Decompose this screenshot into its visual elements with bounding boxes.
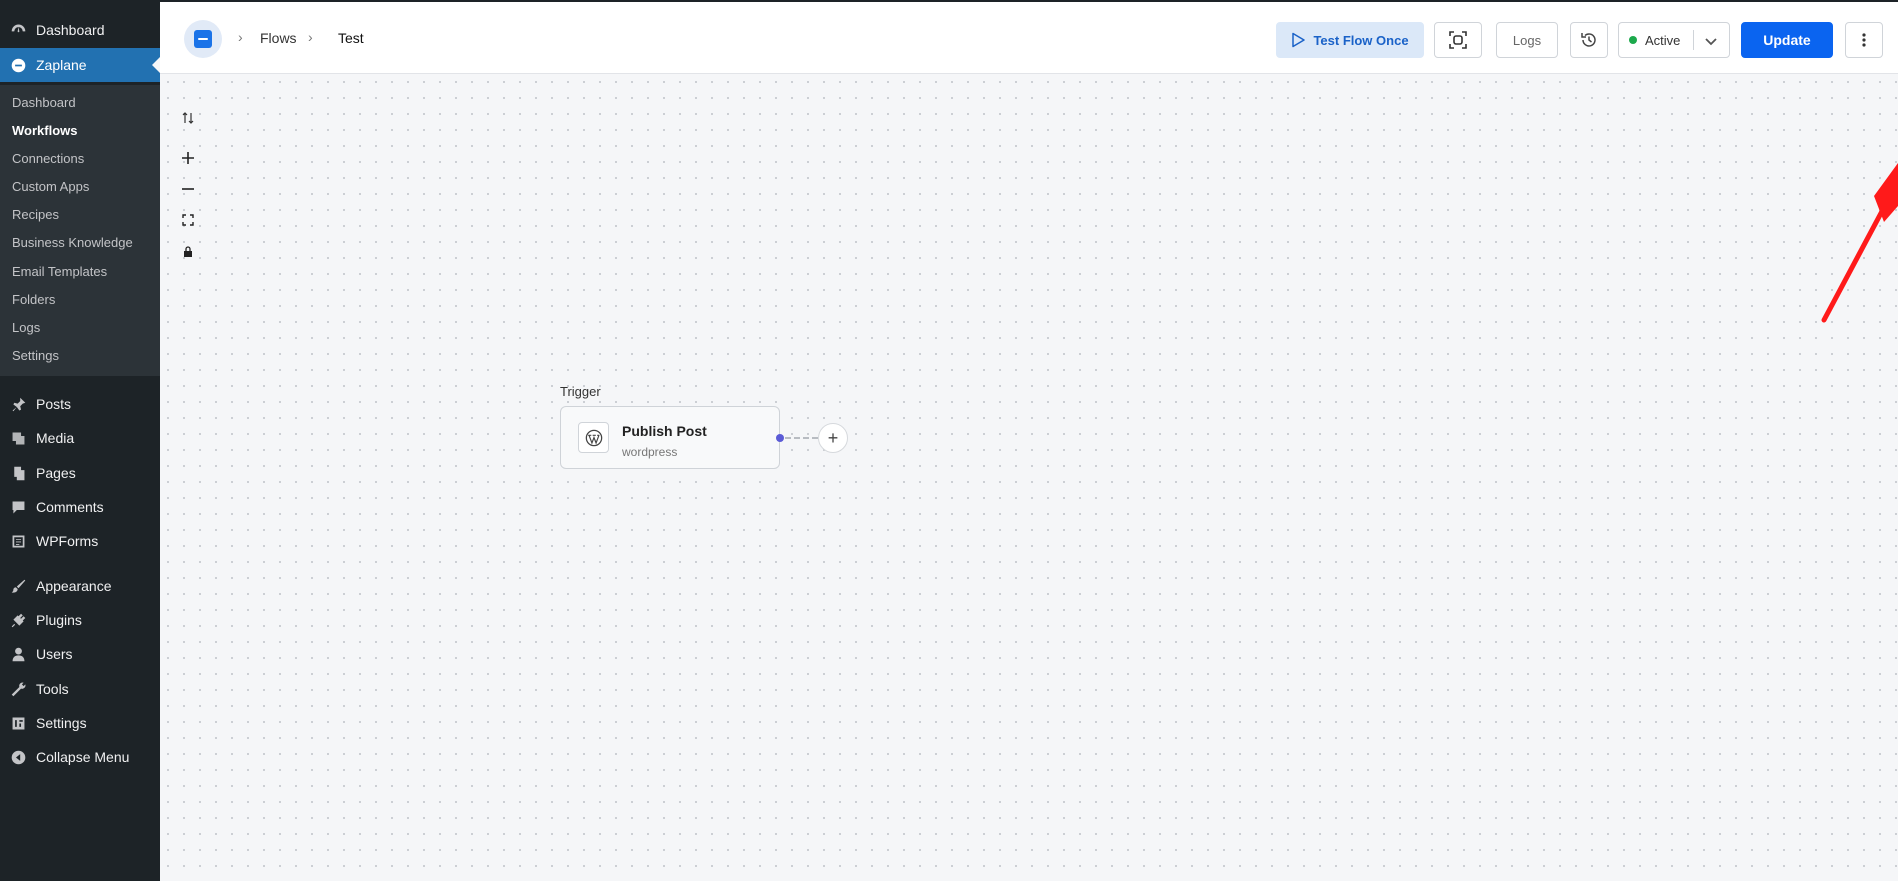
node-subtitle: wordpress: [622, 445, 678, 459]
sidebar-item-plugins[interactable]: Plugins: [0, 603, 160, 637]
sidebar-item-label: Zaplane: [36, 57, 87, 73]
sidebar-item-label: Users: [36, 646, 73, 662]
add-step-button[interactable]: +: [818, 423, 848, 453]
node-output-handle[interactable]: [776, 434, 784, 442]
test-flow-once-button[interactable]: Test Flow Once: [1276, 22, 1424, 58]
sidebar-item-label: WPForms: [36, 533, 99, 549]
plus-icon: +: [827, 427, 839, 448]
update-label: Update: [1763, 32, 1811, 48]
status-dropdown[interactable]: Active: [1618, 22, 1730, 58]
zaplane-submenu: Dashboard Workflows Connections Custom A…: [0, 85, 160, 376]
flow-canvas[interactable]: Trigger Publish Post wordpress +: [160, 74, 1898, 881]
more-vertical-icon: [1862, 33, 1866, 47]
history-button[interactable]: [1570, 22, 1608, 58]
submenu-connections[interactable]: Connections: [12, 151, 84, 166]
swap-direction-icon[interactable]: [180, 110, 196, 126]
sidebar-item-label: Media: [36, 430, 75, 446]
breadcrumb-current: Test: [338, 30, 364, 46]
chevron-down-icon[interactable]: [1701, 31, 1721, 51]
wpforms-icon: [8, 531, 28, 551]
brush-icon: [8, 576, 28, 596]
sidebar-item-media[interactable]: Media: [0, 421, 160, 455]
play-icon: [1292, 32, 1306, 48]
annotation-arrow: [1821, 163, 1898, 323]
sidebar-item-tools[interactable]: Tools: [0, 672, 160, 706]
sidebar-item-label: Plugins: [36, 612, 82, 628]
status-indicator: [1629, 36, 1637, 44]
status-label: Active: [1645, 32, 1681, 48]
submenu-logs[interactable]: Logs: [12, 320, 40, 335]
zaplane-logo-button[interactable]: [184, 20, 222, 58]
screenshot-button[interactable]: [1434, 22, 1482, 58]
user-icon: [8, 644, 28, 664]
sidebar-item-label: Tools: [36, 681, 69, 697]
fit-view-icon[interactable]: [180, 212, 196, 228]
logs-label: Logs: [1512, 32, 1542, 48]
sidebar-item-settings[interactable]: Settings: [0, 706, 160, 740]
update-button[interactable]: Update: [1741, 22, 1833, 58]
submenu-folders[interactable]: Folders: [12, 292, 55, 307]
sidebar-item-label: Posts: [36, 396, 72, 412]
submenu-settings[interactable]: Settings: [12, 348, 59, 363]
sidebar-item-label: Appearance: [36, 578, 112, 594]
collapse-menu-button[interactable]: Collapse Menu: [0, 740, 160, 774]
sidebar-item-zaplane[interactable]: Zaplane: [0, 48, 160, 82]
sidebar-item-comments[interactable]: Comments: [0, 490, 160, 524]
sidebar-item-dashboard[interactable]: Dashboard: [0, 13, 160, 47]
wordpress-icon: [578, 422, 609, 453]
chevron-right-icon: ›: [308, 29, 313, 45]
pin-icon: [8, 394, 28, 414]
submenu-custom-apps[interactable]: Custom Apps: [12, 179, 89, 194]
submenu-dashboard[interactable]: Dashboard: [12, 95, 76, 110]
breadcrumb-flows[interactable]: Flows: [260, 30, 297, 46]
collapse-icon: [8, 747, 28, 767]
zoom-out-icon[interactable]: [180, 181, 196, 197]
sidebar-item-label: Settings: [36, 715, 87, 731]
flow-header: › Flows › Test Test Flow Once Logs Activ…: [160, 0, 1898, 74]
submenu-email-templates[interactable]: Email Templates: [12, 264, 107, 279]
zaplane-logo-icon: [194, 30, 212, 48]
zaplane-icon: [8, 55, 28, 75]
lock-icon[interactable]: [180, 244, 196, 260]
media-icon: [8, 428, 28, 448]
settings-icon: [8, 713, 28, 733]
submenu-business-knowledge[interactable]: Business Knowledge: [12, 235, 133, 250]
sidebar-item-label: Comments: [36, 499, 104, 515]
submenu-workflows[interactable]: Workflows: [12, 123, 78, 138]
sidebar-item-appearance[interactable]: Appearance: [0, 569, 160, 603]
logs-button[interactable]: Logs: [1496, 22, 1558, 58]
wrench-icon: [8, 679, 28, 699]
sidebar-item-label: Dashboard: [36, 22, 105, 38]
plugin-icon: [8, 610, 28, 630]
test-flow-once-label: Test Flow Once: [1313, 32, 1409, 48]
dashboard-icon: [8, 20, 28, 40]
chevron-right-icon: ›: [238, 29, 243, 45]
sidebar-item-wpforms[interactable]: WPForms: [0, 524, 160, 558]
divider: [1693, 30, 1694, 50]
node-title: Publish Post: [622, 423, 707, 439]
sidebar-item-label: Pages: [36, 465, 76, 481]
admin-sidebar: Dashboard Zaplane Dashboard Workflows Co…: [0, 0, 160, 881]
zoom-in-icon[interactable]: [180, 150, 196, 166]
sidebar-item-label: Collapse Menu: [36, 749, 130, 765]
trigger-node[interactable]: Publish Post wordpress: [560, 406, 780, 469]
submenu-recipes[interactable]: Recipes: [12, 207, 59, 222]
more-options-button[interactable]: [1845, 22, 1883, 58]
connector-line: [785, 437, 818, 439]
trigger-label: Trigger: [560, 384, 601, 399]
sidebar-item-posts[interactable]: Posts: [0, 387, 160, 421]
pages-icon: [8, 463, 28, 483]
scan-icon: [1449, 31, 1467, 49]
history-icon: [1581, 33, 1596, 47]
comments-icon: [8, 497, 28, 517]
sidebar-item-users[interactable]: Users: [0, 637, 160, 671]
sidebar-item-pages[interactable]: Pages: [0, 456, 160, 490]
